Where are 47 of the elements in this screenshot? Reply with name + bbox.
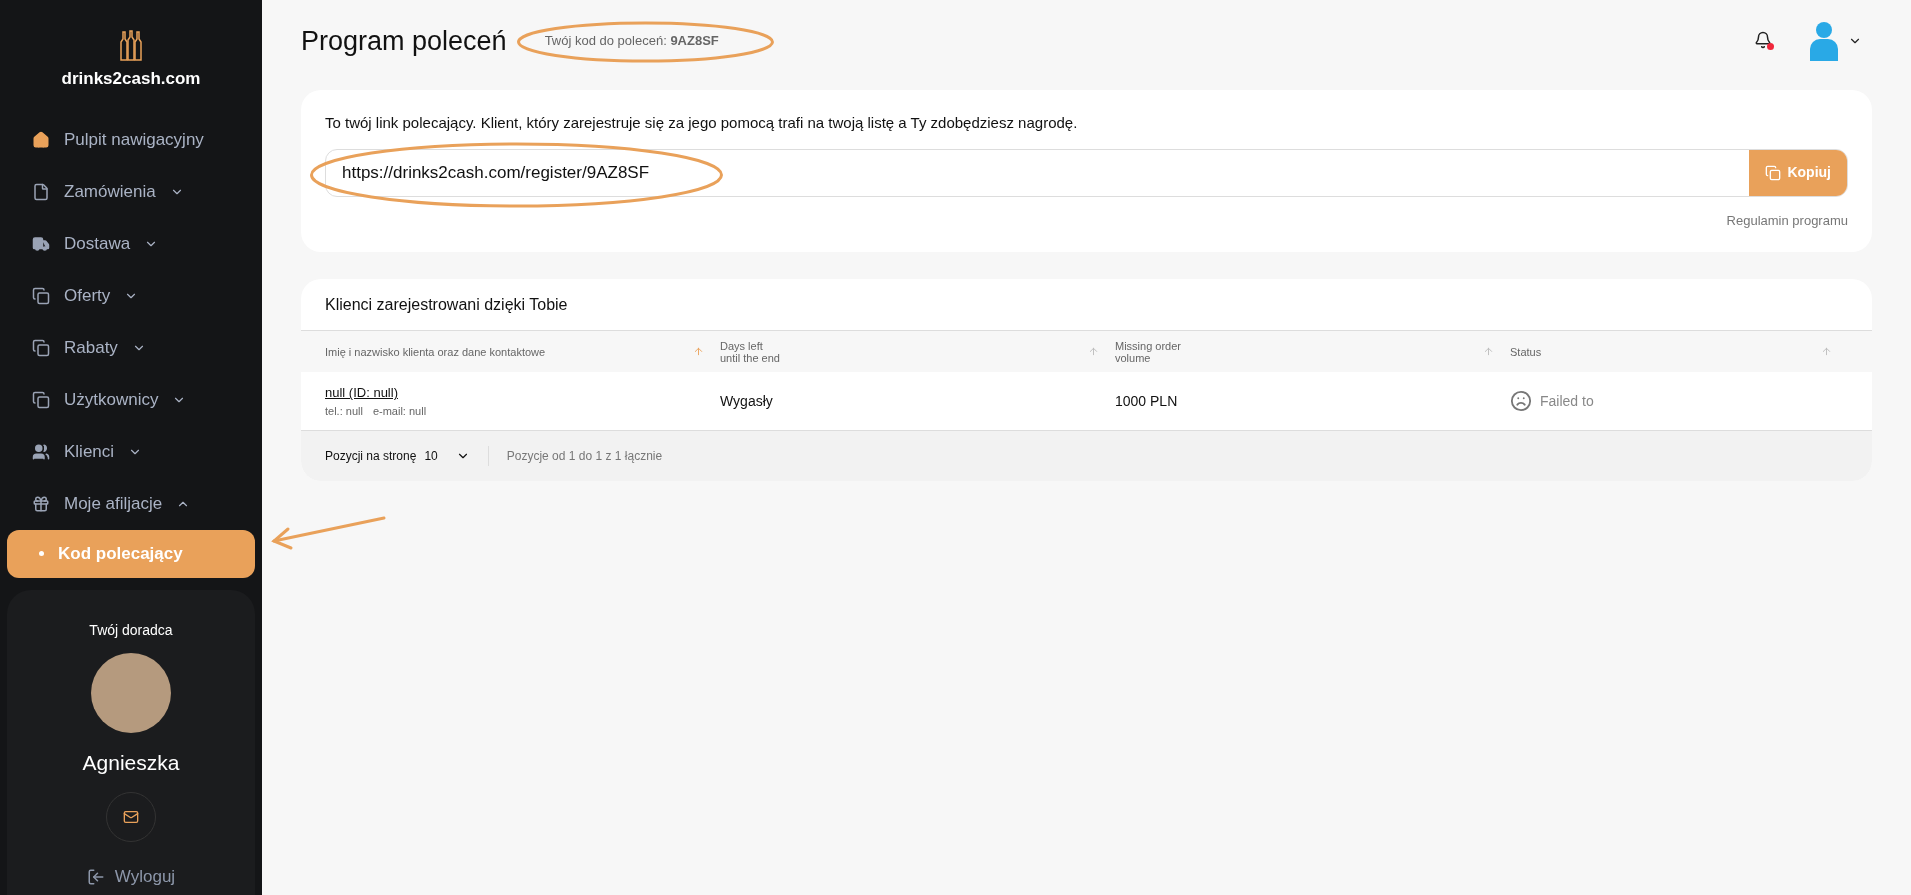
copy-icon — [32, 338, 50, 357]
truck-icon — [32, 234, 50, 253]
home-icon — [32, 130, 50, 149]
notification-button[interactable] — [1754, 31, 1774, 51]
file-icon — [32, 182, 50, 201]
logout-button[interactable]: Wyloguj — [86, 864, 176, 890]
table-cell-text: Wygasły — [720, 391, 774, 411]
pagination-range: Pozycje od 1 do 1 z 1 łącznie — [506, 448, 663, 465]
per-page-label: Pozycji na stronę — [325, 448, 417, 465]
copy-icon — [32, 390, 50, 409]
mail-icon — [123, 809, 139, 825]
user-avatar-icon — [1810, 21, 1838, 61]
status-text: Failed to — [1540, 391, 1594, 411]
sad-face-icon — [1510, 390, 1532, 412]
nav-item[interactable]: Moje afiljacje — [0, 477, 262, 530]
client-name-link[interactable]: null (ID: null) — [325, 383, 720, 403]
terms-link[interactable]: Regulamin programu — [1726, 210, 1848, 230]
column-header[interactable]: Days left until the end — [720, 339, 1115, 364]
nav-item[interactable]: Pulpit nawigacyjny — [0, 113, 262, 166]
copy-icon — [1765, 164, 1782, 181]
column-header[interactable]: Imię i nazwisko klienta oraz dane kontaktowe — [325, 345, 720, 358]
nav-item[interactable]: Oferty — [0, 269, 262, 322]
client-phone: tel.: null — [325, 403, 363, 419]
users-icon — [32, 442, 50, 461]
advisor-title: Twój doradca — [89, 620, 173, 640]
copy-icon — [32, 286, 50, 305]
bell-icon — [1754, 31, 1772, 49]
bottles-logo-icon — [118, 30, 144, 62]
nav-item[interactable]: Klienci — [0, 425, 262, 478]
nav-item[interactable]: Użytkownicy — [0, 373, 262, 426]
per-page-select[interactable]: 10 — [424, 447, 470, 465]
gift-icon — [32, 494, 50, 513]
column-header[interactable]: Missing order volume — [1115, 339, 1510, 364]
nav-item[interactable]: Dostawa — [0, 217, 262, 270]
mail-button[interactable] — [106, 792, 156, 842]
nav-item[interactable]: Rabaty — [0, 321, 262, 374]
nav-item[interactable]: Zamówienia — [0, 165, 262, 218]
column-header[interactable]: Status — [1510, 345, 1848, 358]
client-email: e-mail: null — [372, 403, 427, 419]
table-cell-text: 1000 PLN — [1115, 391, 1179, 411]
logout-icon — [86, 867, 105, 886]
referral-code: Twój kod do poleceń: 9AZ8SF — [544, 32, 719, 51]
referral-description: To twój link polecający. Klient, który zarejestruje się za jego pomocą trafi na twoją listę a Ty zdobędziesz nagrodę. — [325, 113, 1079, 133]
advisor-name: Agnieszka — [82, 749, 180, 776]
logo-text: drinks2cash.com — [61, 68, 201, 90]
referral-link-field[interactable]: https://drinks2cash.com/register/9AZ8SF Kopiuj — [325, 148, 1848, 197]
page-title: Program poleceń — [301, 24, 507, 58]
